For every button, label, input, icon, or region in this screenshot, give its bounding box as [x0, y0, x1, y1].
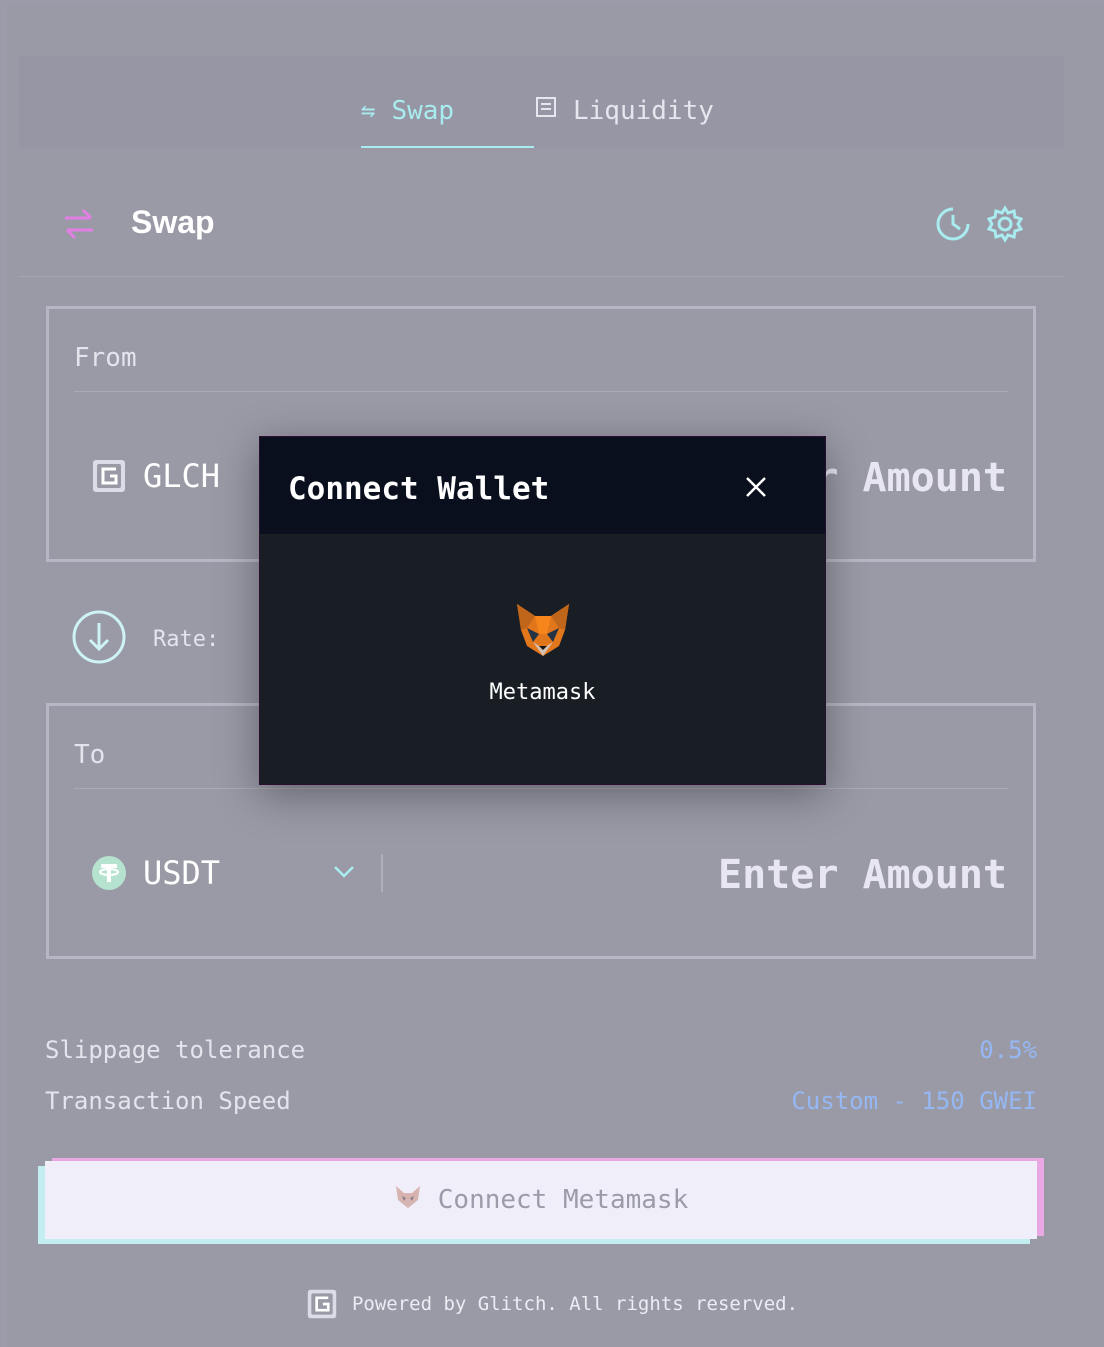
slippage-row: Slippage tolerance 0.5%: [45, 1036, 1037, 1087]
speed-label: Transaction Speed: [45, 1087, 291, 1115]
from-label: From: [74, 343, 137, 373]
pool-icon: [535, 96, 557, 126]
from-token-selector[interactable]: GLCH: [91, 457, 220, 495]
divider: [74, 391, 1008, 392]
tether-logo-icon: [92, 856, 126, 890]
tab-liquidity[interactable]: Liquidity: [535, 96, 714, 146]
gear-icon[interactable]: [985, 204, 1025, 248]
swap-header: Swap: [19, 186, 1064, 277]
swap-arrows-icon: ⇋: [361, 96, 376, 124]
connect-wallet-modal: Connect Wallet Metamask: [259, 436, 826, 785]
history-icon[interactable]: [933, 204, 973, 248]
modal-header: Connect Wallet: [260, 437, 825, 534]
tab-bar: ⇋ Swap Liquidity: [19, 56, 1064, 148]
modal-title: Connect Wallet: [288, 471, 550, 507]
swap-arrows-icon: [59, 204, 99, 248]
arrow-down-circle-icon[interactable]: [71, 609, 127, 669]
chevron-down-icon[interactable]: [333, 864, 355, 884]
from-amount-input[interactable]: r Amount: [814, 455, 1007, 501]
settings-summary: Slippage tolerance 0.5% Transaction Spee…: [45, 1036, 1037, 1138]
speed-row: Transaction Speed Custom - 150 GWEI: [45, 1087, 1037, 1138]
glitch-logo-icon: [307, 1289, 337, 1319]
tab-liquidity-label: Liquidity: [573, 96, 714, 126]
slippage-value[interactable]: 0.5%: [979, 1036, 1037, 1087]
rate-label: Rate:: [153, 626, 220, 652]
close-icon[interactable]: [744, 475, 768, 503]
metamask-fox-icon: [516, 604, 569, 656]
divider: [381, 854, 383, 892]
footer-text: Powered by Glitch. All rights reserved.: [351, 1293, 799, 1315]
to-token-label: USDT: [143, 854, 221, 892]
footer: Powered by Glitch. All rights reserved.: [0, 1288, 1104, 1320]
page-title: Swap: [131, 204, 215, 240]
connect-metamask-label: Connect Metamask: [437, 1185, 689, 1215]
metamask-fox-icon: [394, 1184, 422, 1217]
to-amount-input[interactable]: Enter Amount: [718, 852, 1007, 898]
wallet-option-label: Metamask: [489, 680, 596, 705]
tab-swap[interactable]: ⇋ Swap: [361, 96, 534, 148]
rate-row: Rate:: [71, 609, 219, 669]
tab-swap-label: Swap: [391, 96, 455, 126]
to-label: To: [74, 740, 106, 770]
from-token-label: GLCH: [143, 457, 221, 495]
wallet-option-metamask[interactable]: Metamask: [260, 602, 825, 705]
glitch-logo-icon: [93, 460, 125, 492]
speed-value[interactable]: Custom - 150 GWEI: [791, 1087, 1037, 1138]
divider: [74, 788, 1008, 789]
connect-metamask-button[interactable]: Connect Metamask: [45, 1161, 1037, 1239]
slippage-label: Slippage tolerance: [45, 1036, 306, 1064]
to-token-selector[interactable]: USDT: [91, 854, 220, 892]
